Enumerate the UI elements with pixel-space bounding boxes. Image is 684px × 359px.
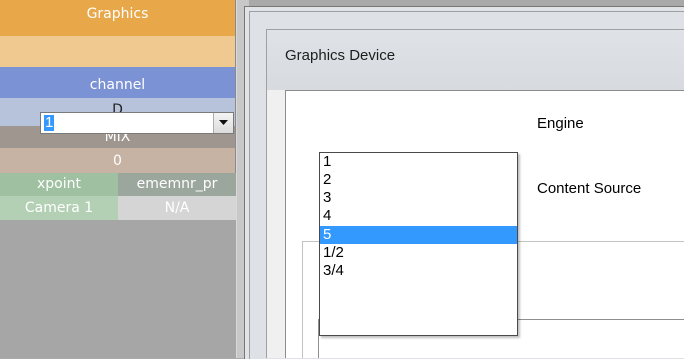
channel-panel: Graphics channel D MIX 0 xpoint ememnr_p… (0, 0, 236, 358)
chevron-down-icon (219, 120, 228, 126)
engine-select[interactable]: 1 (40, 112, 234, 134)
xpoint-value[interactable]: ememnr_pr (118, 173, 236, 196)
content-source-label: Content Source (537, 180, 642, 197)
channel-label: channel (89, 77, 146, 93)
mix-value: 0 (113, 153, 122, 169)
engine-option-3-4[interactable]: 3/4 (320, 262, 517, 280)
dialog-title: Graphics Device (267, 30, 684, 90)
graphics-title: Graphics (86, 6, 149, 22)
engine-dropdown-list[interactable]: 1 2 3 4 5 1/2 3/4 (319, 152, 518, 336)
panel-empty-area (0, 220, 236, 358)
graphics-header[interactable]: Graphics (0, 0, 236, 36)
engine-option-1[interactable]: 1 (320, 153, 517, 171)
engine-option-4[interactable]: 4 (320, 207, 517, 225)
engine-option-3[interactable]: 3 (320, 189, 517, 207)
engine-option-5[interactable]: 5 (320, 226, 517, 244)
blank-row (0, 36, 236, 67)
xpoint-label[interactable]: xpoint (0, 173, 118, 196)
engine-option-2[interactable]: 2 (320, 171, 517, 189)
camera-value[interactable]: N/A (118, 196, 236, 220)
channel-header[interactable]: channel (0, 67, 236, 98)
camera-row: Camera 1 N/A (0, 196, 236, 220)
engine-selected-value: 1 (44, 114, 55, 131)
dropdown-button[interactable] (213, 113, 233, 133)
engine-label: Engine (537, 115, 584, 132)
camera-label[interactable]: Camera 1 (0, 196, 118, 220)
mix-value-row[interactable]: 0 (0, 148, 236, 173)
xpoint-row: xpoint ememnr_pr (0, 173, 236, 196)
engine-option-1-2[interactable]: 1/2 (320, 244, 517, 262)
